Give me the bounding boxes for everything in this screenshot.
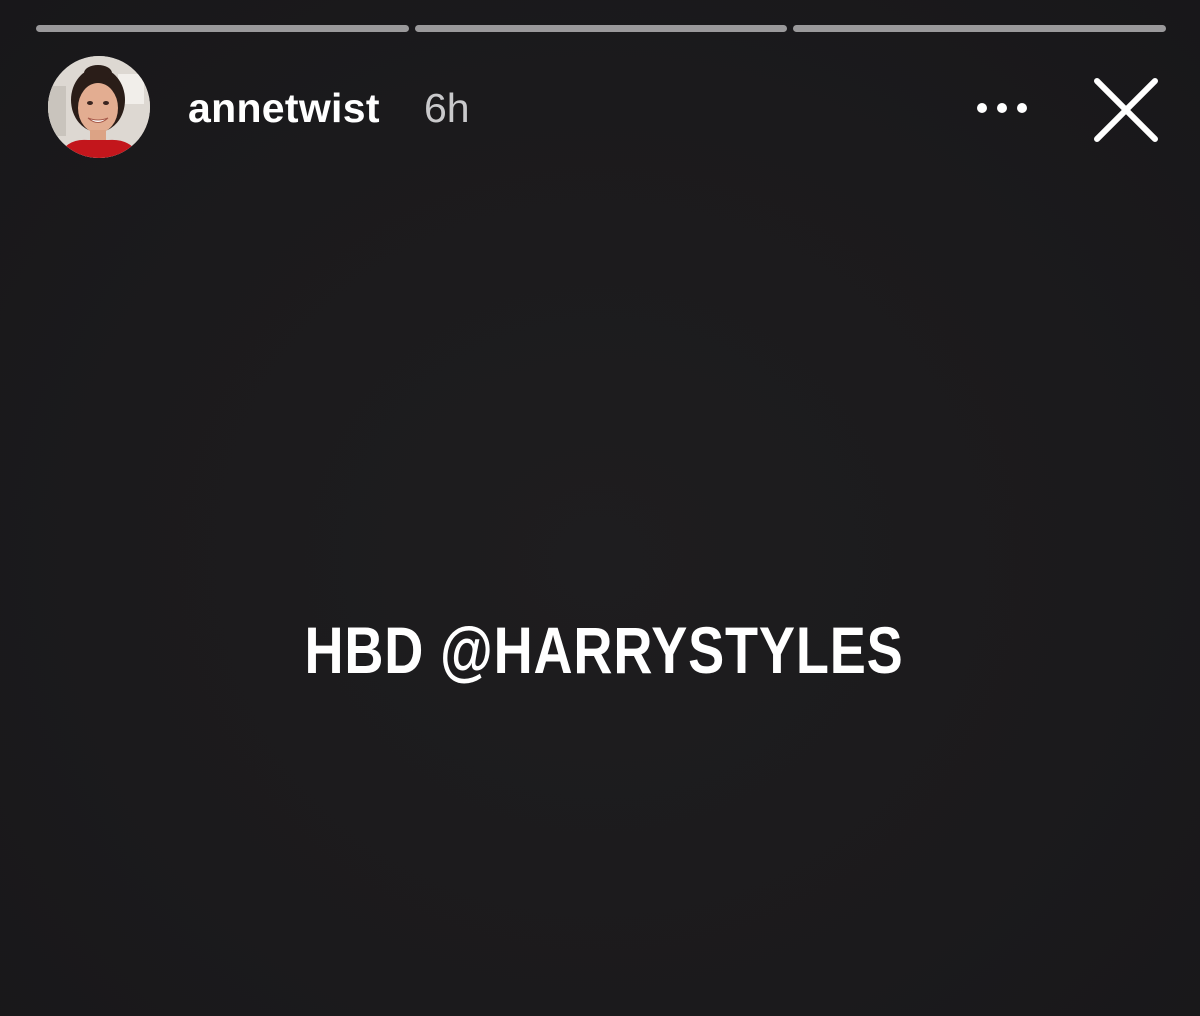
progress-segment [414,25,788,32]
close-icon [1094,78,1158,142]
story-header: annetwist 6h [48,56,1164,160]
story-progress-bar [36,25,1167,32]
progress-segment-fill [793,25,1167,32]
username[interactable]: annetwist [188,84,380,132]
progress-segment-fill [414,25,788,32]
story-viewer[interactable]: annetwist 6h HBD @HARRYSTYLES [0,0,1200,1016]
close-button[interactable] [1088,72,1164,148]
avatar[interactable] [48,56,150,158]
timestamp: 6h [424,85,470,131]
progress-segment [793,25,1167,32]
more-horizontal-icon [977,103,1027,113]
profile-photo-icon [48,56,150,158]
story-caption: HBD @HARRYSTYLES [304,613,904,687]
more-options-button[interactable] [970,86,1034,130]
progress-segment [36,25,409,32]
progress-segment-fill [36,25,409,32]
